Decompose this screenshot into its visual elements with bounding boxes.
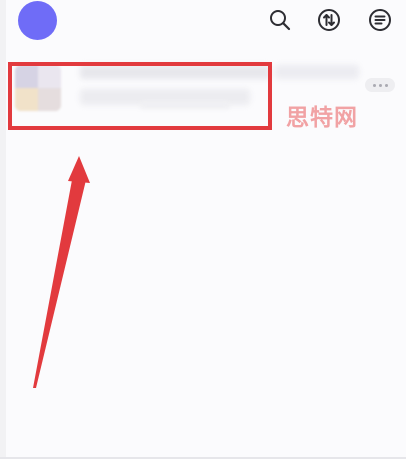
sort-swap-icon bbox=[318, 9, 340, 31]
left-edge bbox=[0, 0, 6, 459]
chat-name-extra bbox=[275, 65, 359, 79]
watermark-text: 思特网 bbox=[286, 105, 358, 131]
user-avatar[interactable] bbox=[18, 1, 57, 40]
arrow-shaft bbox=[33, 180, 86, 388]
chat-last-message-extra bbox=[140, 101, 230, 109]
menu-list-icon bbox=[369, 9, 391, 31]
app-screen: 思特网 bbox=[0, 0, 406, 459]
group-avatar bbox=[15, 65, 61, 111]
menu-button[interactable] bbox=[368, 8, 392, 32]
search-icon bbox=[270, 10, 291, 31]
search-button[interactable] bbox=[268, 8, 292, 32]
arrow-head bbox=[68, 156, 90, 183]
top-bar bbox=[0, 0, 406, 52]
chat-name bbox=[80, 65, 270, 79]
ellipsis-icon[interactable] bbox=[365, 78, 395, 92]
sort-swap-button[interactable] bbox=[317, 8, 341, 32]
